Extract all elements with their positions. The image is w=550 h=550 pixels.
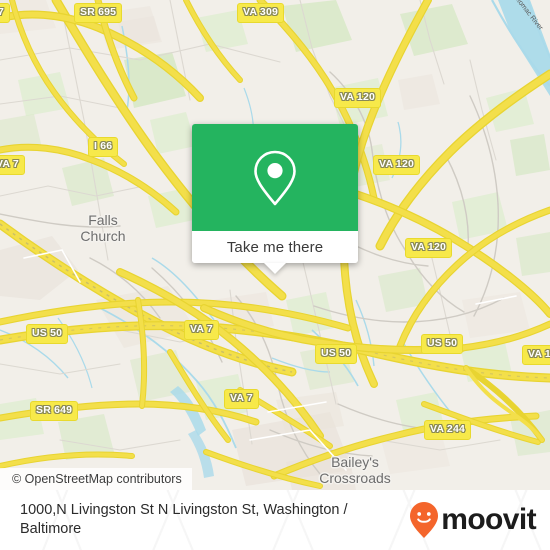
road-shield: SR 649 [30,401,79,421]
road-shield: VA 120 [405,238,453,258]
road-shield: VA 120 [373,155,421,175]
road-shield: SR 695 [74,3,123,23]
road-shield: VA 7 [184,320,219,340]
bottom-bar: 1000,N Livingston St N Livingston St, Wa… [0,490,550,550]
road-shield: VA 309 [237,3,285,23]
location-popup[interactable]: Take me there [192,124,358,274]
map-pin-icon [254,150,296,205]
road-shield: US 50 [315,344,358,364]
map-attribution[interactable]: © OpenStreetMap contributors [0,468,192,490]
road-shield: US 50 [421,334,464,354]
take-me-there-label: Take me there [226,238,324,256]
road-shield: 57 [0,3,11,23]
place-label-baileys-crossroads: Bailey's Crossroads [319,454,391,486]
address-text: 1000,N Livingston St N Livingston St, Wa… [20,501,348,537]
road-shield: I 66 [88,137,119,157]
map-viewport[interactable]: .wtr { fill:#aadaea; } .wln { stroke:#aa… [0,0,550,490]
road-shield: VA 244 [424,420,472,440]
popup-footer[interactable]: Take me there [192,231,358,274]
road-shield: VA 7 [224,389,259,409]
attribution-text: © OpenStreetMap contributors [12,472,182,486]
popup-tail [264,263,286,274]
road-shield: VA 7 [0,155,25,175]
place-label-falls-church: Falls Church [80,212,126,244]
moovit-pin-icon [410,502,439,538]
road-shield: VA 1 [522,345,550,365]
road-shield: VA 120 [334,88,382,108]
road-shield: US 50 [26,324,69,344]
popup-header [192,124,358,231]
moovit-wordmark: moovit [441,503,536,536]
moovit-logo: moovit [409,501,537,539]
moovit-map-screen: .wtr { fill:#aadaea; } .wln { stroke:#aa… [0,0,550,550]
